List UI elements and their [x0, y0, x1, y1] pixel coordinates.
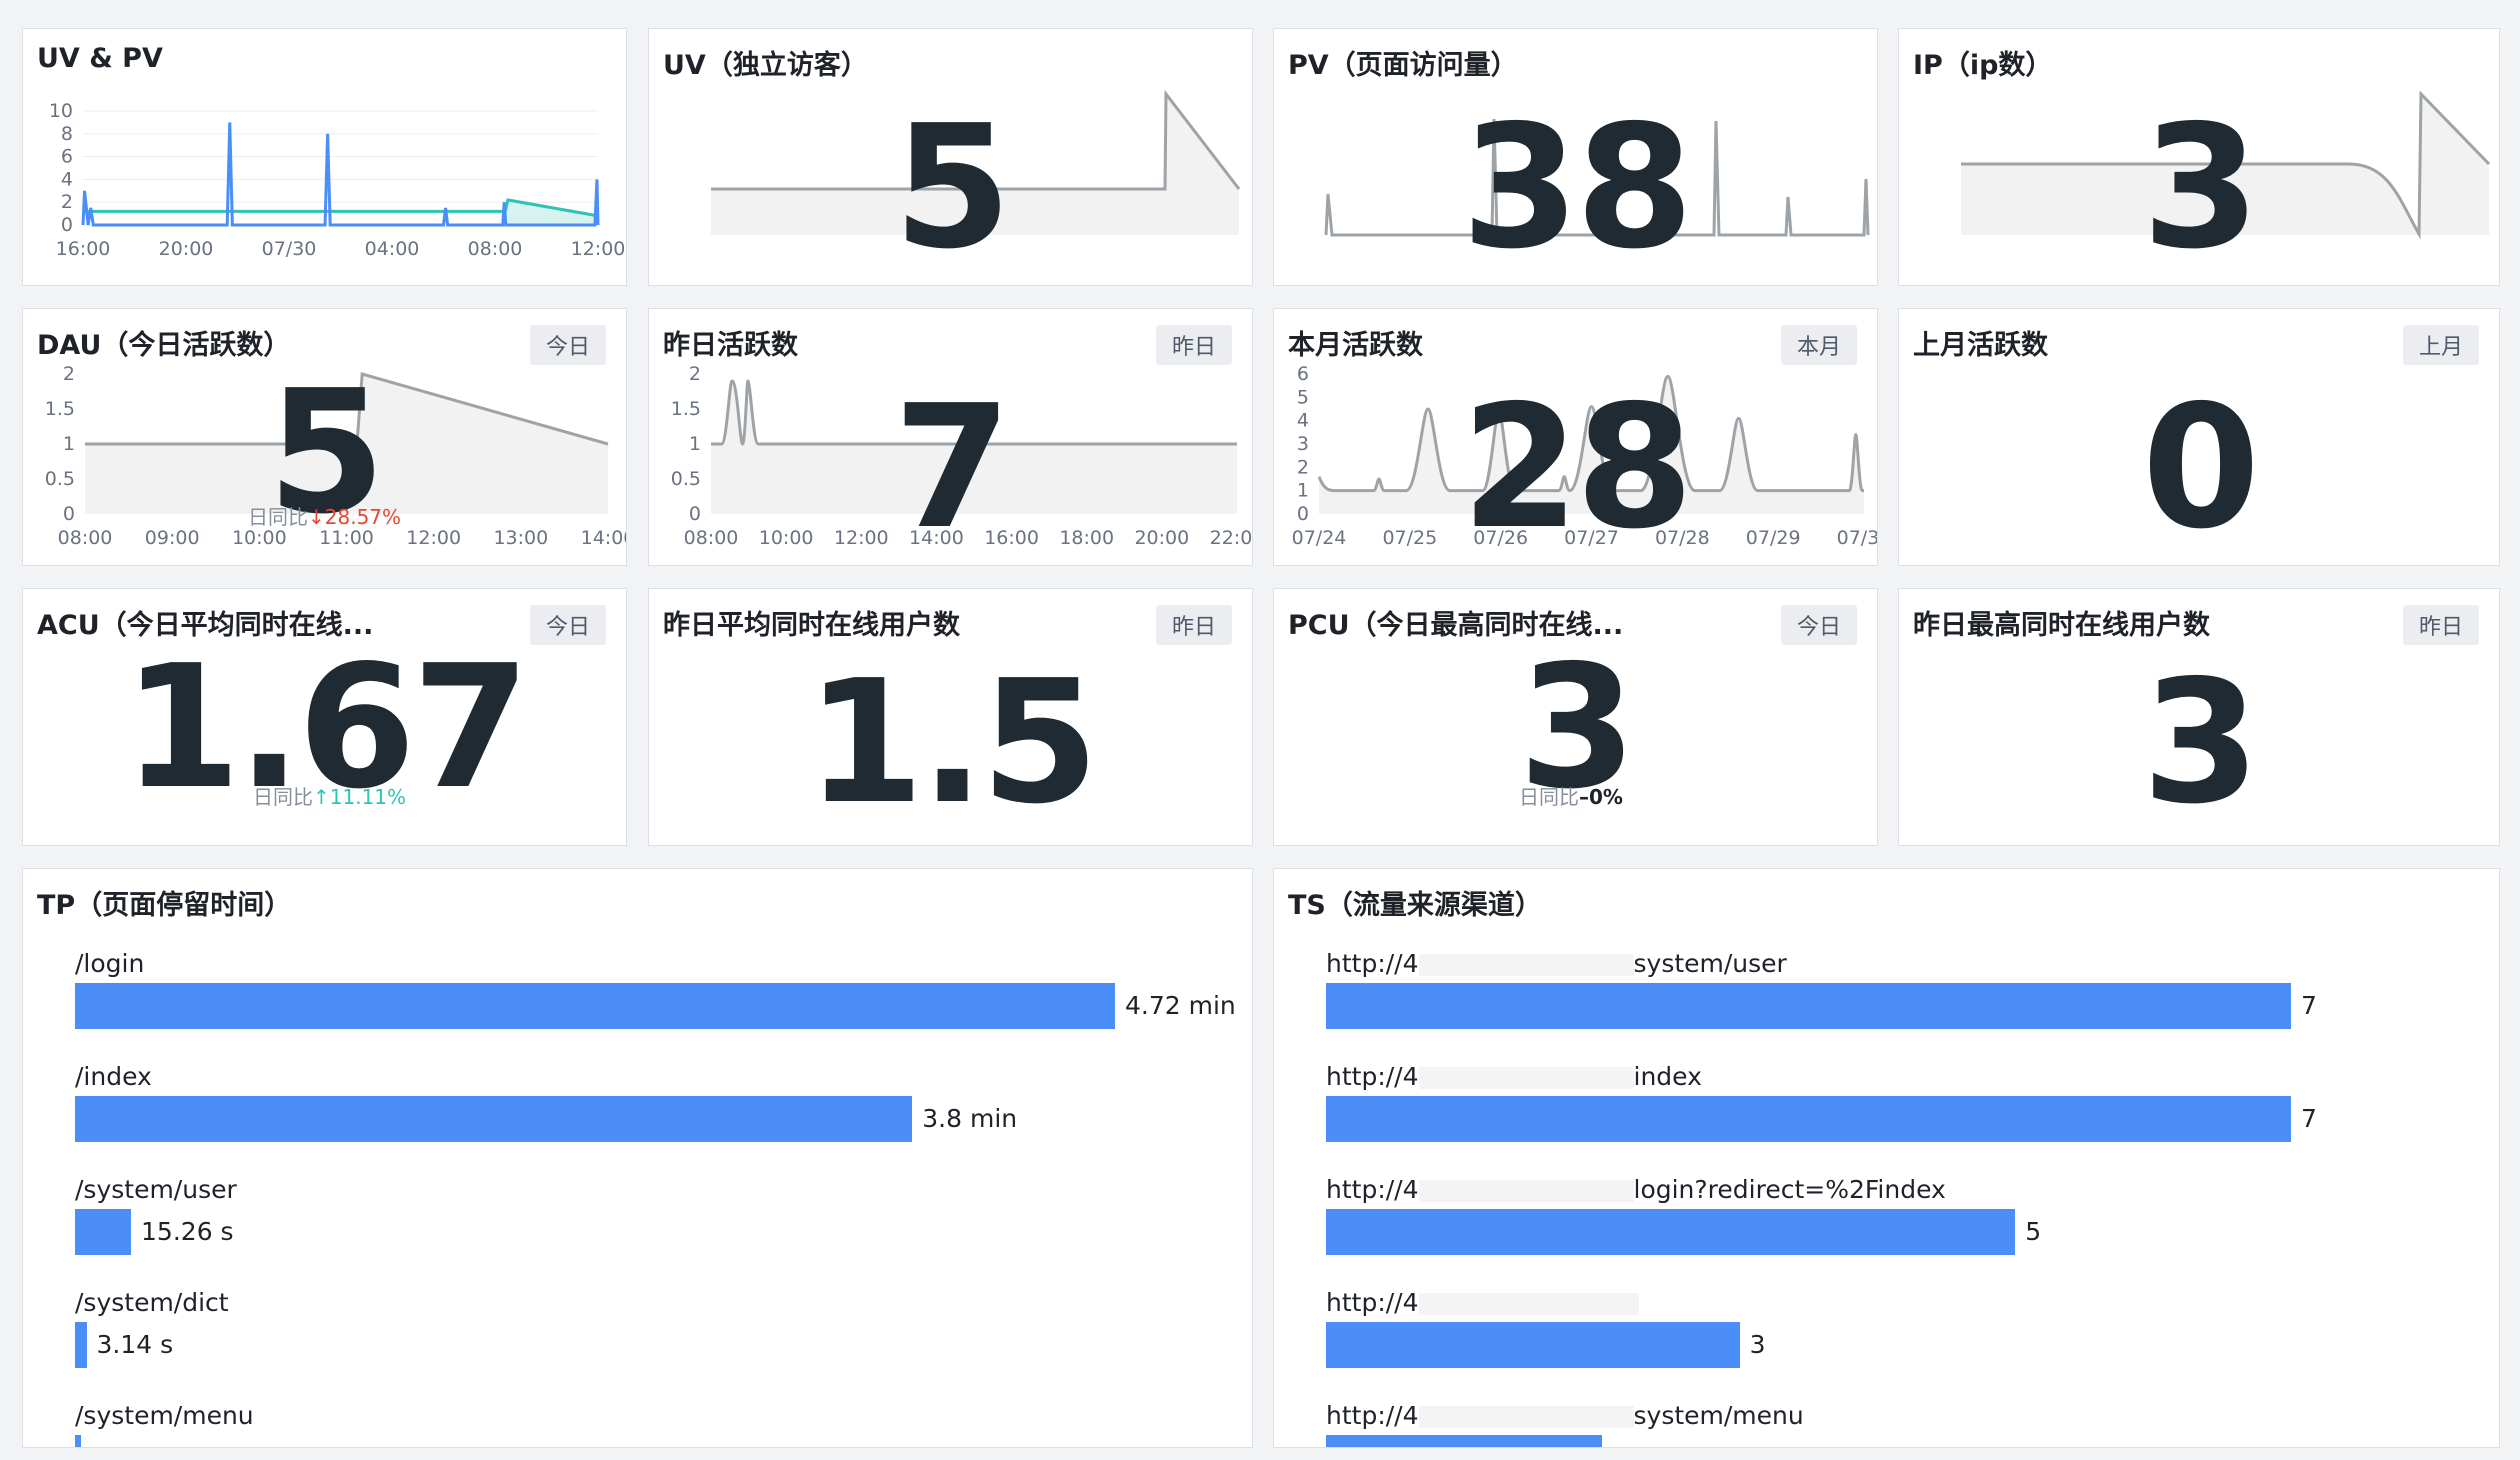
y-tick-label: 4 — [61, 168, 73, 190]
comparison-value: 0% — [1589, 785, 1623, 809]
period-tag[interactable]: 昨日 — [2402, 605, 2479, 645]
bar-value: 3.14 s — [96, 1330, 174, 1359]
redacted-mask — [1418, 954, 1634, 976]
bar-value: 4.72 min — [1125, 991, 1236, 1020]
bar-value: 7 — [2301, 1104, 2317, 1133]
period-tag[interactable]: 昨日 — [1155, 605, 1232, 645]
card-yesterday-pcu: 昨日最高同时在线用户数 昨日 3 — [1898, 588, 2500, 846]
down-arrow-icon: ↓ — [308, 505, 325, 529]
period-tag[interactable]: 上月 — [2402, 325, 2479, 365]
redacted-mask — [1418, 1180, 1634, 1202]
card-month-active: 本月活跃数 本月 0 1 2 3 4 5 6 07/24 07/25 07/26 07/27 07/2… — [1273, 308, 1878, 566]
bar-label: /system/dict — [75, 1288, 229, 1317]
bar-label: /index — [75, 1062, 152, 1091]
redacted-mask — [1418, 1293, 1639, 1315]
card-uv-pv: UV & PV 0 2 4 6 8 10 16:00 20:00 07/30 04:00 08:00… — [22, 28, 627, 286]
card-title: TS（流量来源渠道） — [1288, 890, 1542, 921]
comparison-value: 28.57% — [324, 505, 402, 529]
bar[interactable] — [1326, 1096, 2291, 1142]
y-tick-label: 2 — [61, 191, 73, 213]
pcu-comparison: 日同比–0% — [1519, 781, 1623, 810]
card-uv: UV（独立访客） 5 — [648, 28, 1253, 286]
bar[interactable] — [75, 1096, 913, 1142]
bar-label: http://4 — [1326, 1288, 1639, 1317]
comparison-label: 日同比 — [248, 505, 308, 529]
bar[interactable] — [75, 1209, 132, 1255]
card-title: 上月活跃数 — [1913, 330, 2048, 361]
month-active-value: 28 — [1461, 369, 1694, 566]
card-title: TP（页面停留时间） — [37, 890, 292, 921]
bar[interactable] — [1326, 1435, 1602, 1447]
pv-value: 38 — [1461, 89, 1694, 286]
card-pv: PV（页面访问量） 38 — [1273, 28, 1878, 286]
redacted-mask — [1418, 1067, 1634, 1089]
x-tick-label: 12:00 — [571, 238, 626, 260]
bar-label: http://4 login?redirect=%2Findex — [1326, 1175, 1946, 1204]
bar[interactable] — [75, 1322, 87, 1368]
x-tick-label: 07/30 — [262, 238, 317, 260]
x-tick-label: 04:00 — [365, 238, 420, 260]
up-arrow-icon: ↑ — [313, 785, 330, 809]
card-tp: TP（页面停留时间） /login 4.72 min/index 3.8 min/s… — [22, 868, 1253, 1448]
dau-comparison: 日同比↓28.57% — [248, 501, 401, 530]
y-tick-label: 6 — [61, 146, 73, 168]
comparison-label: 日同比 — [1519, 785, 1579, 809]
bar-value: 3.8 min — [922, 1104, 1018, 1133]
bar-label: http://4 system/menu — [1326, 1401, 1804, 1430]
card-acu: ACU（今日平均同时在线... 今日 1.67 日同比↑11.11% — [22, 588, 627, 846]
last-month-active-value: 0 — [2141, 369, 2260, 566]
bar-label: /system/user — [75, 1175, 237, 1204]
card-yesterday-acu: 昨日平均同时在线用户数 昨日 1.5 — [648, 588, 1253, 846]
y-tick-label: 10 — [49, 100, 73, 122]
card-dau: DAU（今日活跃数） 今日 0 0.5 1 1.5 2 08:00 09:00 10:00 11… — [22, 308, 627, 566]
card-ip: IP（ip数） 3 — [1898, 28, 2500, 286]
card-pcu: PCU（今日最高同时在线... 今日 3 日同比–0% — [1273, 588, 1878, 846]
bar-label: /system/menu — [75, 1401, 254, 1430]
yesterday-pcu-value: 3 — [2141, 644, 2260, 842]
yesterday-active-value: 7 — [893, 369, 1011, 566]
uv-value: 5 — [893, 89, 1011, 286]
comparison-value: 11.11% — [329, 785, 407, 809]
card-ts: TS（流量来源渠道） http://4 system/user 7 http://4 i… — [1273, 868, 2500, 1448]
bar-value: 7 — [2301, 991, 2317, 1020]
y-tick-label: 0 — [61, 214, 73, 236]
x-tick-label: 08:00 — [468, 238, 523, 260]
bar[interactable] — [1326, 1322, 1740, 1368]
acu-comparison: 日同比↑11.11% — [253, 781, 406, 810]
yesterday-acu-value: 1.5 — [805, 644, 1099, 842]
flat-icon: – — [1579, 785, 1589, 809]
bar[interactable] — [1326, 1209, 2016, 1255]
bar[interactable] — [75, 983, 1115, 1029]
comparison-label: 日同比 — [253, 785, 313, 809]
uv-pv-chart: 0246810 16:00 20:00 07/30 04:00 08:00 12:00 — [49, 100, 626, 260]
bar-value: 15.26 s — [141, 1217, 234, 1246]
bar-label: http://4 system/user — [1326, 949, 1787, 978]
card-yesterday-active: 昨日活跃数 昨日 0 0.5 1 1.5 2 08:00 10:00 12:00 14:00 16… — [648, 308, 1253, 566]
x-tick-label: 16:00 — [56, 238, 111, 260]
redacted-mask — [1418, 1406, 1634, 1428]
card-last-month-active: 上月活跃数 上月 0 — [1898, 308, 2500, 566]
x-tick-label: 20:00 — [159, 238, 214, 260]
bar[interactable] — [75, 1435, 81, 1447]
bar-value: 5 — [2025, 1217, 2042, 1246]
bar-label: http://4 index — [1326, 1062, 1702, 1091]
ip-value: 3 — [2141, 89, 2260, 286]
bar[interactable] — [1326, 983, 2291, 1029]
card-title: 昨日最高同时在线用户数 — [1913, 610, 2210, 641]
bar-label: /login — [75, 949, 145, 978]
y-tick-label: 8 — [61, 123, 73, 145]
bar-value: 3 — [1749, 1330, 1766, 1359]
card-title: 昨日平均同时在线用户数 — [663, 610, 960, 641]
